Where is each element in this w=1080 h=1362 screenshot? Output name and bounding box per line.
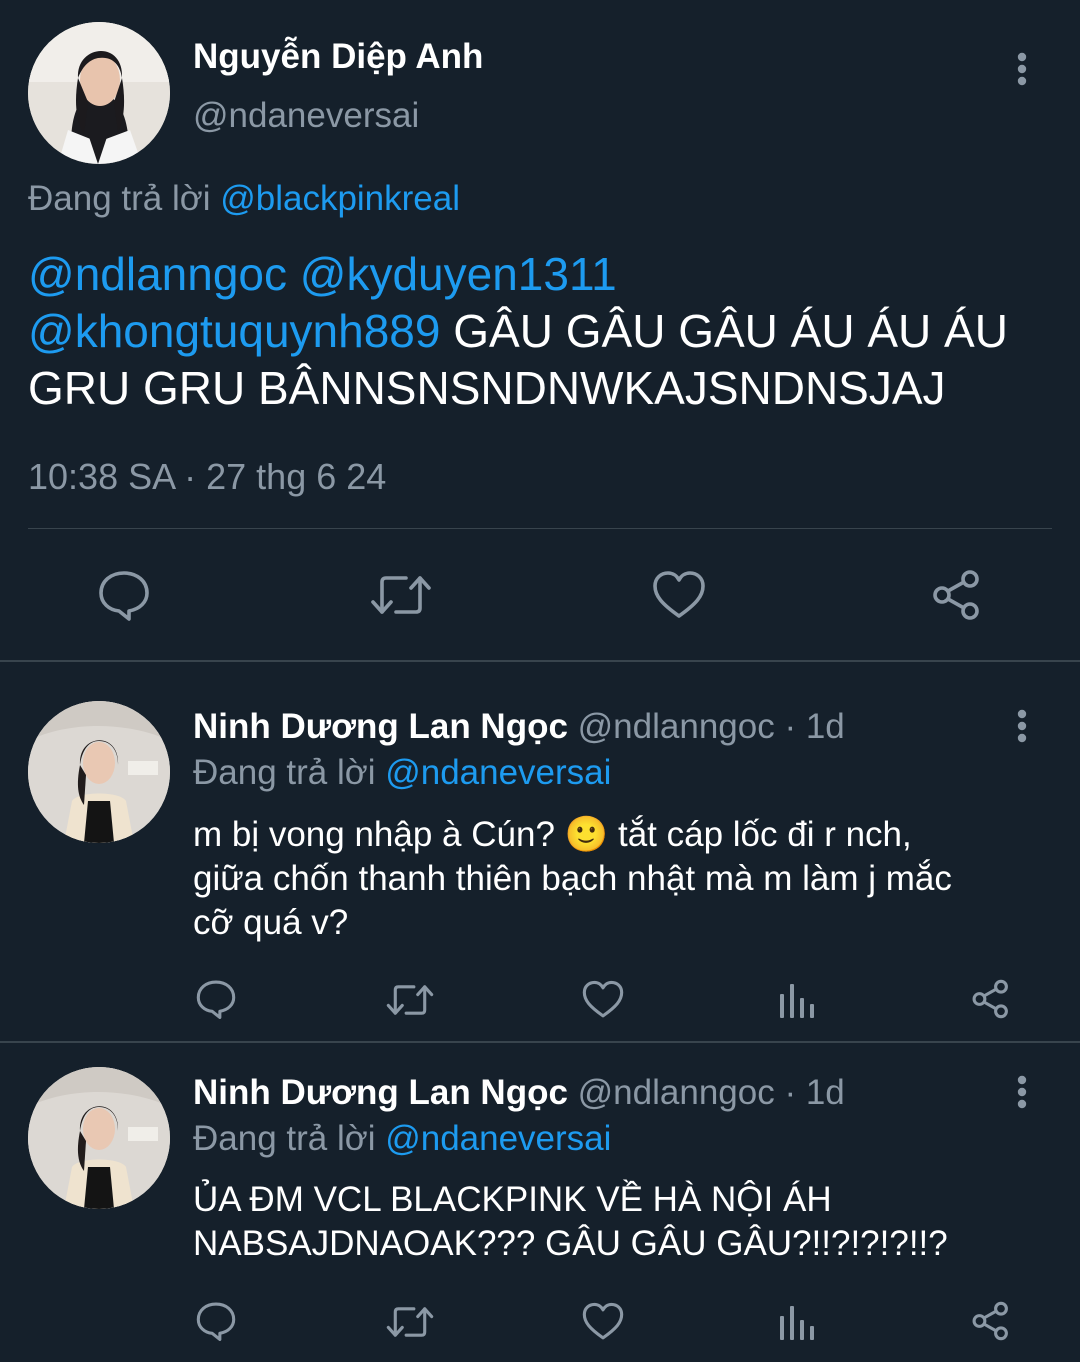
- speech-bubble-icon: [99, 571, 149, 621]
- retweet-icon: [386, 985, 434, 1015]
- reply-header: Ninh Dương Lan Ngọc @ndlanngoc · 1d: [193, 706, 845, 748]
- replying-to-line: Đang trả lời @ndaneversai: [193, 1118, 611, 1160]
- bar-chart-icon: [780, 1306, 814, 1340]
- tweet-text-line-3: cỡ quá v?: [193, 903, 349, 942]
- analytics-button[interactable]: [779, 1302, 815, 1340]
- share-icon: [933, 570, 979, 620]
- retweet-button[interactable]: [386, 982, 434, 1018]
- like-button[interactable]: [652, 570, 706, 620]
- avatar[interactable]: [28, 1067, 170, 1209]
- reply-header: Ninh Dương Lan Ngọc @ndlanngoc · 1d: [193, 1072, 845, 1114]
- tweet-text-line-2: NABSAJDNAOAK??? GÂU GÂU GÂU?!!?!?!?!!?: [193, 1224, 948, 1263]
- divider: [0, 660, 1080, 662]
- tweet-text: m bị vong nhập à Cún? 🙂 tắt cáp lốc đi r…: [193, 813, 952, 945]
- replying-prefix: Đang trả lời: [193, 753, 376, 792]
- heart-icon: [582, 1302, 624, 1340]
- author-name[interactable]: Ninh Dương Lan Ngọc: [193, 1073, 568, 1112]
- like-button[interactable]: [582, 980, 624, 1019]
- tweet-text-segment: GÂU GÂU GÂU ÁU ÁU ÁU: [453, 305, 1008, 357]
- author-name[interactable]: Ninh Dương Lan Ngọc: [193, 707, 568, 746]
- replying-to-line: Đang trả lời @ndaneversai: [193, 752, 611, 794]
- replying-prefix: Đang trả lời: [193, 1119, 376, 1158]
- tweet-text-segment: tắt cáp lốc đi r nch,: [617, 815, 912, 854]
- speech-bubble-icon: [196, 980, 236, 1019]
- heart-icon: [653, 571, 705, 618]
- speech-bubble-icon: [196, 1302, 236, 1341]
- smiley-emoji: 🙂: [564, 815, 609, 855]
- bar-chart-icon: [780, 984, 814, 1018]
- handle-and-time[interactable]: @ndlanngoc · 1d: [578, 1073, 845, 1112]
- tweet-text-line-2: @khongtuquynh889 GÂU GÂU GÂU ÁU ÁU ÁU: [28, 303, 1008, 360]
- reply-button[interactable]: [195, 1301, 237, 1341]
- more-options-icon[interactable]: [1012, 709, 1032, 745]
- tweet-text-segment: m bị vong nhập à Cún?: [193, 815, 555, 854]
- tweet-timestamp[interactable]: 10:38 SA · 27 thg 6 24: [28, 455, 386, 499]
- avatar[interactable]: [28, 22, 170, 164]
- share-icon: [972, 1301, 1008, 1341]
- tweet-text-line-1: @ndlanngoc @kyduyen1311: [28, 246, 1008, 303]
- tweet-text-line-3: GRU GRU BÂNNSNSNDNWKAJSNDNSJAJ: [28, 362, 946, 414]
- mention-link[interactable]: @kyduyen1311: [300, 248, 617, 300]
- replying-to-link[interactable]: @ndaneversai: [385, 753, 611, 792]
- analytics-button[interactable]: [779, 980, 815, 1018]
- replying-to-line: Đang trả lời @blackpinkreal: [28, 178, 460, 220]
- like-button[interactable]: [582, 1302, 624, 1341]
- tweet-text: @ndlanngoc @kyduyen1311 @khongtuquynh889…: [28, 246, 1008, 417]
- author-handle[interactable]: @ndaneversai: [193, 95, 419, 137]
- share-icon: [972, 979, 1008, 1019]
- tweet-text: ỦA ĐM VCL BLACKPINK VỀ HÀ NỘI ÁH NABSAJD…: [193, 1178, 948, 1266]
- replying-to-link[interactable]: @ndaneversai: [385, 1119, 611, 1158]
- retweet-button[interactable]: [386, 1304, 434, 1340]
- tweet-text-line-1: m bị vong nhập à Cún? 🙂 tắt cáp lốc đi r…: [193, 813, 952, 857]
- share-button[interactable]: [930, 569, 984, 621]
- heart-icon: [582, 980, 624, 1018]
- retweet-button[interactable]: [370, 572, 432, 618]
- reply-button[interactable]: [97, 569, 151, 621]
- tweet-text-line-2: giữa chốn thanh thiên bạch nhật mà m làm…: [193, 859, 952, 898]
- reply-button[interactable]: [195, 979, 237, 1019]
- tweet-text-line-1: ỦA ĐM VCL BLACKPINK VỀ HÀ NỘI ÁH: [193, 1180, 832, 1219]
- avatar[interactable]: [28, 701, 170, 843]
- mention-link[interactable]: @khongtuquynh889: [28, 305, 440, 357]
- divider: [0, 1041, 1080, 1043]
- handle-and-time[interactable]: @ndlanngoc · 1d: [578, 707, 845, 746]
- replying-to-link[interactable]: @blackpinkreal: [220, 179, 460, 218]
- share-button[interactable]: [970, 1301, 1012, 1341]
- replying-prefix: Đang trả lời: [28, 179, 211, 218]
- more-options-icon[interactable]: [1012, 52, 1032, 88]
- share-button[interactable]: [970, 979, 1012, 1019]
- more-options-icon[interactable]: [1012, 1075, 1032, 1111]
- retweet-icon: [386, 1307, 434, 1337]
- retweet-icon: [371, 576, 431, 614]
- divider: [28, 528, 1052, 529]
- mention-link[interactable]: @ndlanngoc: [28, 248, 287, 300]
- author-name[interactable]: Nguyễn Diệp Anh: [193, 36, 483, 78]
